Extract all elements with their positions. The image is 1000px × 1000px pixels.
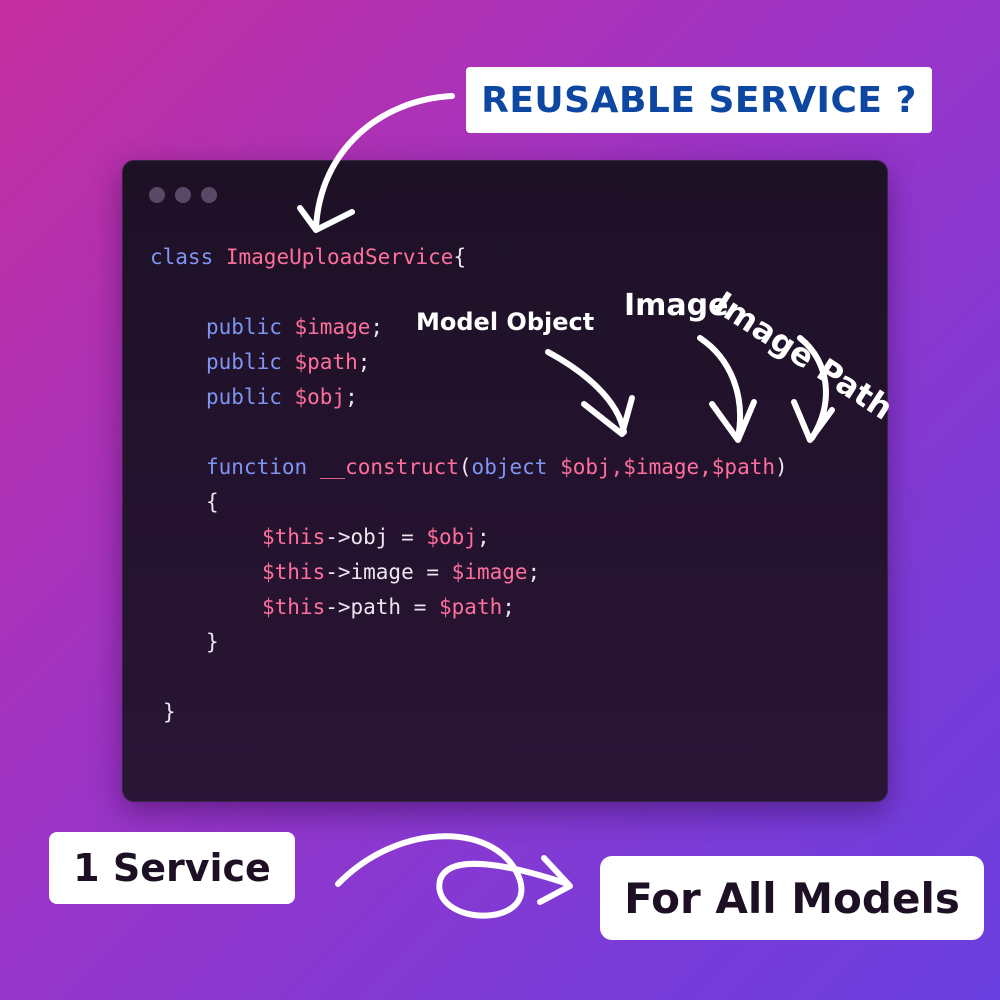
semicolon: ; <box>502 595 515 619</box>
keyword: class <box>150 245 214 269</box>
for-all-models-label: For All Models <box>600 856 984 940</box>
code-line-prop-image: public $image; <box>206 315 383 339</box>
keyword: public <box>206 315 282 339</box>
arrowhead-icon <box>537 855 573 905</box>
code-line-assign-image: $this->image = $image; <box>262 560 540 584</box>
code-line-assign-obj: $this->obj = $obj; <box>262 525 490 549</box>
code-line-open-brace: { <box>206 490 219 514</box>
code-block: class ImageUploadService{ public $image;… <box>123 161 887 801</box>
parameters: $obj,$image,$path <box>560 455 775 479</box>
class-name: ImageUploadService <box>225 245 454 269</box>
variable: $path <box>439 595 503 619</box>
paren: ) <box>775 455 788 479</box>
this-ref: $this <box>262 595 326 619</box>
code-line-prop-obj: public $obj; <box>206 385 358 409</box>
variable: $image <box>294 315 371 339</box>
brace: { <box>453 245 467 269</box>
code-line-class-close: } <box>163 700 176 724</box>
variable: $obj <box>294 385 346 409</box>
variable: $path <box>294 350 358 374</box>
code-line-constructor: function __construct(object $obj,$image,… <box>206 455 788 479</box>
semicolon: ; <box>476 525 490 549</box>
code-window: class ImageUploadService{ public $image;… <box>122 160 888 802</box>
one-service-label: 1 Service <box>49 832 295 904</box>
variable: $image <box>451 560 528 584</box>
loop-arrow-icon <box>335 833 571 919</box>
keyword: function <box>206 455 308 479</box>
annotation-model-object: Model Object <box>416 308 595 336</box>
this-ref: $this <box>262 560 326 584</box>
semicolon: ; <box>370 315 384 339</box>
keyword: public <box>206 385 282 409</box>
function-name: __construct <box>319 455 459 479</box>
type-hint: object <box>471 455 548 479</box>
this-ref: $this <box>262 525 326 549</box>
assignment: ->path = <box>325 595 440 619</box>
semicolon: ; <box>527 560 541 584</box>
code-line-prop-path: public $path; <box>206 350 370 374</box>
assignment: ->obj = <box>325 525 427 549</box>
semicolon: ; <box>345 385 358 409</box>
variable: $obj <box>426 525 477 549</box>
code-line-close-brace: } <box>206 630 219 654</box>
semicolon: ; <box>357 350 371 374</box>
paren: ( <box>458 455 472 479</box>
keyword: public <box>206 350 282 374</box>
title-badge: REUSABLE SERVICE ? <box>466 67 932 133</box>
assignment: ->image = <box>325 560 452 584</box>
code-line-assign-path: $this->path = $path; <box>262 595 515 619</box>
code-line-class: class ImageUploadService{ <box>150 245 466 269</box>
